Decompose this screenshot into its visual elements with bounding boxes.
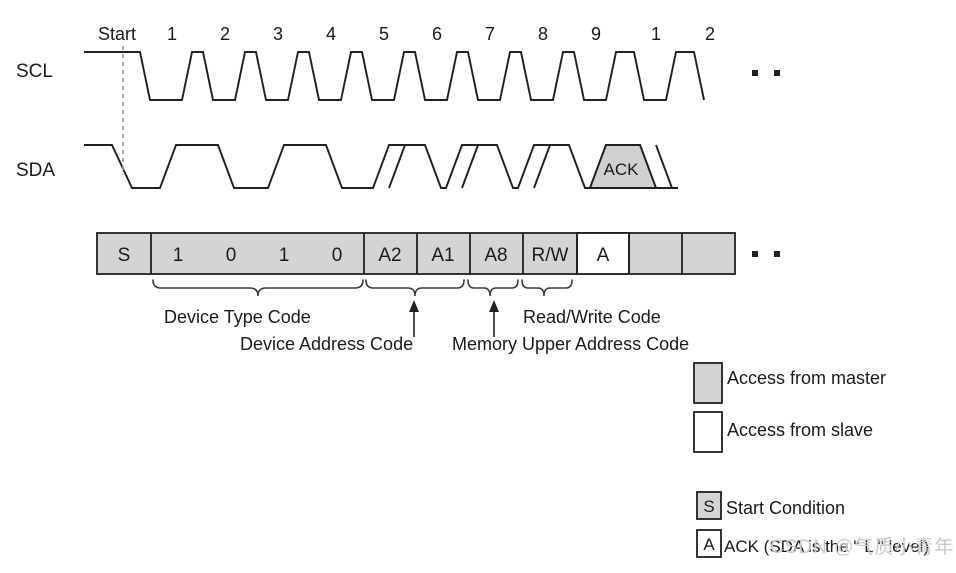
- frame-cell-2: 0: [226, 245, 237, 266]
- frame-cell-0: S: [118, 245, 131, 266]
- legend-label-master: Access from master: [727, 368, 886, 388]
- legend-symbol-start-letter: S: [703, 497, 714, 516]
- sda-crossover-5: [655, 144, 673, 189]
- legend-swatch-master: [693, 362, 723, 404]
- sda-crossover-2: [461, 144, 479, 189]
- clock-pulse-label-7: 7: [485, 24, 495, 44]
- brace-device-address-code: [365, 279, 465, 297]
- legend-label-slave: Access from slave: [727, 420, 873, 440]
- legend-label-start-condition: Start Condition: [726, 498, 845, 518]
- scl-continuation-dot-2: [774, 70, 780, 76]
- clock-pulse-label-3: 3: [273, 24, 283, 44]
- brace-memory-upper-address-code: [467, 279, 519, 297]
- frame-continuation-dot-2: [774, 251, 780, 257]
- clock-pulse-label-9: 9: [591, 24, 601, 44]
- brace-read-write-code: [521, 279, 573, 297]
- frame-cell-9: A: [597, 245, 610, 266]
- legend-swatch-slave: [693, 411, 723, 453]
- annotation-label-device-type-code: Device Type Code: [164, 307, 311, 327]
- arrowhead-device-address-code: [409, 300, 419, 312]
- frame-cell-1: 1: [173, 245, 184, 266]
- sda-waveform: [84, 144, 678, 189]
- clock-pulse-label-6: 6: [432, 24, 442, 44]
- i2c-timing-diagram: SCL SDA Start 1 2 3 4 5 6 7 8 9 1 2 ACK: [16, 24, 929, 558]
- scl-continuation-dot-1: [752, 70, 758, 76]
- clock-pulse-label-4: 4: [326, 24, 336, 44]
- sda-ack-label: ACK: [604, 160, 640, 179]
- legend-label-ack: ACK (SDA is the " L " level): [724, 537, 929, 556]
- signal-label-sda: SDA: [16, 160, 55, 181]
- clock-pulse-label-11: 2: [705, 24, 715, 44]
- scl-waveform: [84, 51, 705, 101]
- annotation-label-device-address-code: Device Address Code: [240, 334, 413, 354]
- annotation-label-read-write-code: Read/Write Code: [523, 307, 661, 327]
- clock-pulse-label-2: 2: [220, 24, 230, 44]
- arrowhead-memory-upper-address-code: [489, 300, 499, 312]
- frame-cell-3: 1: [279, 245, 290, 266]
- start-marker-label: Start: [98, 24, 136, 44]
- frame-cell-4: 0: [332, 245, 343, 266]
- legend-symbol-ack-letter: A: [703, 535, 715, 554]
- clock-pulse-label-5: 5: [379, 24, 389, 44]
- diagram-canvas: SCL SDA Start 1 2 3 4 5 6 7 8 9 1 2 ACK: [0, 0, 956, 573]
- sda-crossover-3: [533, 144, 551, 189]
- frame-row-background: [96, 232, 736, 275]
- frame-cell-5: A2: [378, 245, 401, 266]
- signal-label-scl: SCL: [16, 61, 53, 82]
- annotation-label-memory-upper-address-code: Memory Upper Address Code: [452, 334, 689, 354]
- frame-cell-7: A8: [484, 245, 507, 266]
- frame-cell-8: R/W: [532, 245, 569, 266]
- frame-continuation-dot-1: [752, 251, 758, 257]
- clock-pulse-label-10: 1: [651, 24, 661, 44]
- clock-pulse-label-1: 1: [167, 24, 177, 44]
- clock-pulse-label-8: 8: [538, 24, 548, 44]
- sda-crossover-1: [388, 144, 406, 189]
- brace-device-type-code: [152, 279, 364, 297]
- frame-cell-6: A1: [431, 245, 454, 266]
